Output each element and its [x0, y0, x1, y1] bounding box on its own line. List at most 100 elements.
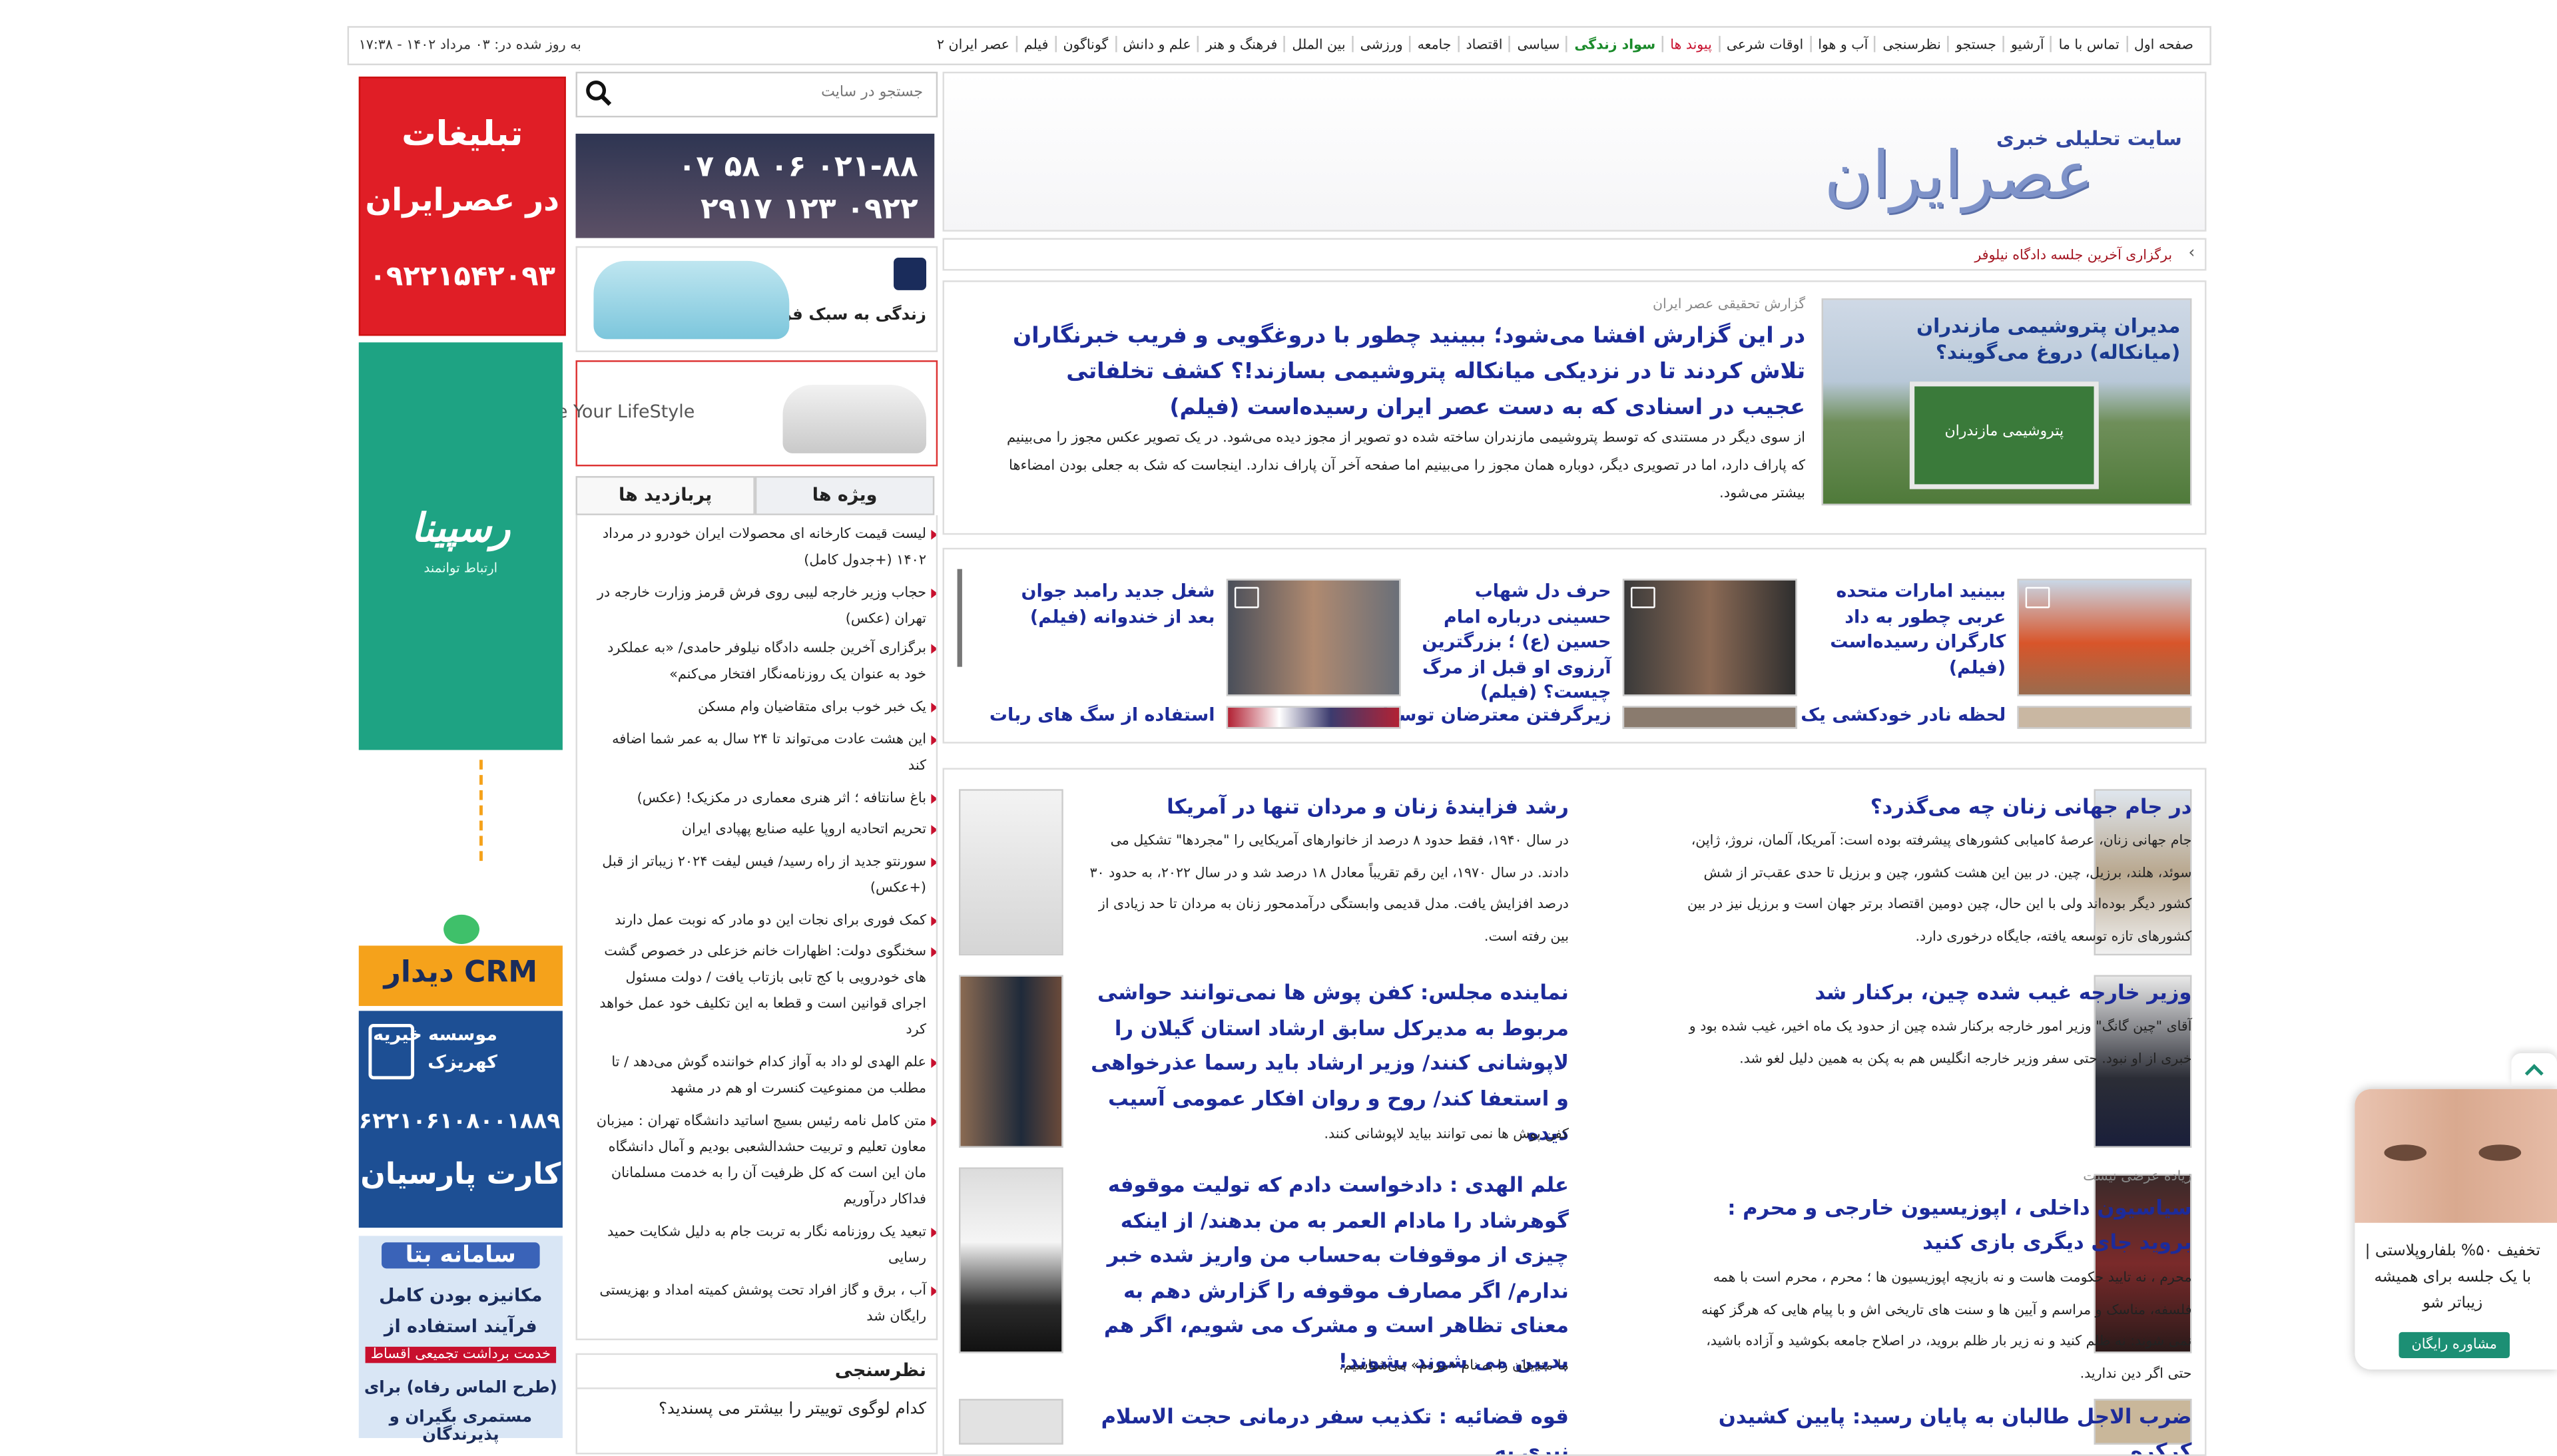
- story-card: نماینده مجلس: کفن پوش ها نمی‌توانند حواش…: [956, 975, 1569, 1151]
- ad-red-phone: ۰۹۲۲۱۵۴۲۰۹۳: [369, 260, 556, 294]
- site-header: سایت تحلیلی خبری عصرایران: [942, 71, 2207, 232]
- video-title[interactable]: زیرگرفتن معترضان توسط: [1380, 704, 1611, 726]
- video-title[interactable]: ببینید امارات متحده عربی چطور به داد کار…: [1807, 579, 2006, 680]
- video-title[interactable]: لحظه نادر خودکشی یک: [1801, 704, 2006, 726]
- list-item[interactable]: علم الهدی لو داد به آواز کدام خواننده گو…: [592, 1050, 936, 1102]
- story-card: رشد فزایندهٔ زنان و مردان تنها در آمریکا…: [956, 789, 1569, 960]
- story-title[interactable]: علم الهدی : دادخواست دادم که تولیت موقوف…: [1076, 1167, 1569, 1377]
- story-card: ضرب الاجل طالبان به پایان رسید: پایین کش…: [1579, 1399, 2192, 1455]
- nav-politics[interactable]: سیاسی: [1509, 35, 1566, 53]
- nav-culture-art[interactable]: فرهنگ و هنر: [1197, 35, 1284, 53]
- nav-misc[interactable]: گوناگون: [1055, 35, 1115, 53]
- list-item[interactable]: حجاب وزیر خارجه لیبی روی فرش قرمز وزارت …: [592, 581, 936, 632]
- video-thumb[interactable]: [1622, 706, 1797, 729]
- tab-most-visited[interactable]: پربازدید ها: [575, 476, 755, 515]
- story-title[interactable]: ضرب الاجل طالبان به پایان رسید: پایین کش…: [1683, 1399, 2192, 1455]
- nav-life-skills[interactable]: سواد زندگی: [1566, 35, 1662, 53]
- suv-banner[interactable]: Redefine Your LifeStyle: [489, 360, 938, 467]
- video-thumb[interactable]: [2017, 706, 2192, 729]
- news-grid: در جام جهانی زنان چه می‌گذرد؟ جام جهانی …: [942, 768, 2207, 1456]
- list-item[interactable]: برگزاری آخرین جلسه دادگاه نیلوفر حامدی/ …: [592, 636, 936, 688]
- list-item[interactable]: سورنتو جدید از راه رسید/ فیس لیفت ۲۰۲۴ ز…: [592, 849, 936, 901]
- lead-story-image[interactable]: مدیران پتروشیمی مازندران (میانکاله) دروغ…: [1821, 298, 2192, 506]
- list-item[interactable]: سخنگوی دولت: اظهارات خانم خزعلی در خصوص …: [592, 939, 936, 1044]
- video-thumb[interactable]: [1622, 579, 1797, 696]
- list-item[interactable]: باغ سانتافه ؛ اثر هنری معماری در مکزیک! …: [592, 786, 936, 812]
- banner-phone-2: ۰۹۲۲ ۱۲۳ ۲۹۱۷: [700, 192, 918, 227]
- site-search: [575, 71, 938, 118]
- site-logo[interactable]: عصرایران: [1824, 138, 2096, 214]
- list-item[interactable]: تبعید یک روزنامه نگار به تربت جام به دلی…: [592, 1220, 936, 1272]
- chevron-right-icon[interactable]: ›: [2189, 244, 2195, 262]
- ad-banner-red[interactable]: تبلیغات در عصرایران ۰۹۲۲۱۵۴۲۰۹۳: [358, 77, 566, 336]
- ad-betta-title: سامانه بتا: [382, 1242, 540, 1269]
- search-input[interactable]: [626, 83, 927, 103]
- search-icon[interactable]: [584, 79, 613, 108]
- video-thumb[interactable]: [2017, 579, 2192, 696]
- promo-image[interactable]: [2355, 1089, 2557, 1223]
- story-image[interactable]: [959, 1167, 1063, 1353]
- nav-international[interactable]: بین الملل: [1284, 35, 1352, 53]
- promo-text: تخفیف ۵۰% بلفاروپلاستی | با یک جلسه برای…: [2365, 1242, 2540, 1313]
- story-title[interactable]: سیاسیون داخلی ، اپوزیسیون خارجی و محرم :…: [1683, 1190, 2191, 1259]
- ad-banner-charity[interactable]: موسسه خیریه کهریزک ۶۲۲۱۰۶۱۰۸۰۰۱۸۸۹۰ کارت…: [358, 1011, 574, 1228]
- top-bar: صفحه اول تماس با ما آرشیو جستجو نظرسنجی …: [347, 26, 2211, 65]
- nav-asriran2[interactable]: عصر ایران ۲: [930, 36, 1015, 52]
- brand-logo-icon: [894, 257, 927, 290]
- nav-weather[interactable]: آب و هوا: [1809, 35, 1874, 53]
- ticker-headline[interactable]: برگزاری آخرین جلسه دادگاه نیلوفر: [1974, 246, 2172, 262]
- story-title[interactable]: در جام جهانی زنان چه می‌گذرد؟: [1683, 789, 2192, 823]
- nav-search[interactable]: جستجو: [1947, 35, 2003, 53]
- lead-headline[interactable]: در این گزارش افشا می‌شود؛ ببینید چطور با…: [996, 318, 1805, 426]
- story-summary: کفن پوش ها نمی توانند بیاید لاپوشانی کنن…: [1324, 1124, 1569, 1142]
- car-banner[interactable]: زندگی به سبک فردا: [575, 246, 938, 352]
- ad-charity-line2: کهریزک: [427, 1051, 497, 1073]
- list-item[interactable]: آب ، برق و گاز افراد تحت پوشش کمیته امدا…: [592, 1278, 936, 1330]
- video-title[interactable]: استفاده از سگ های ربات: [990, 704, 1215, 726]
- video-title[interactable]: حرف دل شهاب حسینی درباره امام حسین (ع) ؛…: [1412, 579, 1611, 705]
- nav-contact[interactable]: تماس با ما: [2050, 35, 2126, 53]
- nav-economy[interactable]: اقتصاد: [1458, 35, 1509, 53]
- top-nav: صفحه اول تماس با ما آرشیو جستجو نظرسنجی …: [930, 35, 2200, 53]
- video-thumb[interactable]: [1226, 706, 1401, 729]
- nav-society[interactable]: جامعه: [1409, 35, 1458, 53]
- ad-banner-crm[interactable]: CRM دیدار: [358, 945, 563, 1007]
- nav-prayer-times[interactable]: اوقات شرعی: [1718, 35, 1810, 53]
- video-thumb[interactable]: [1226, 579, 1401, 696]
- list-item[interactable]: این هشت عادت می‌تواند تا ۲۴ سال به عمر ش…: [592, 727, 936, 779]
- ad-banner-green[interactable]: رسپینا ارتباط توانمند: [358, 342, 563, 750]
- list-item[interactable]: لیست قیمت کارخانه ای محصولات ایران خودرو…: [592, 522, 936, 574]
- story-title[interactable]: وزیر خارجه غیب شده چین، برکنار شد: [1683, 975, 2191, 1009]
- story-image[interactable]: [959, 975, 1063, 1148]
- nav-sports[interactable]: ورزشی: [1352, 35, 1409, 53]
- promo-eye: [2384, 1144, 2427, 1161]
- poll-question[interactable]: کدام لوگوی توییتر را بیشتر می پسندید؟: [659, 1401, 926, 1419]
- list-item[interactable]: تحریم اتحادیه اروپا علیه صنایع پهپادی ای…: [592, 817, 936, 843]
- nav-film[interactable]: فیلم: [1015, 35, 1055, 53]
- nav-home[interactable]: صفحه اول: [2126, 35, 2200, 53]
- video-scrollbar[interactable]: [957, 569, 962, 667]
- list-item[interactable]: متن کامل نامه رئیس بسیج اساتید دانشگاه ت…: [592, 1108, 936, 1213]
- tab-special[interactable]: ویژه ها: [754, 476, 935, 515]
- nav-links[interactable]: پیوند ها: [1661, 35, 1719, 53]
- lead-image-caption: مدیران پتروشیمی مازندران (میانکاله) دروغ…: [1916, 314, 2181, 364]
- list-item[interactable]: کمک فوری برای نجات این دو مادر که نوبت ع…: [592, 908, 936, 934]
- suv-image: [782, 384, 927, 453]
- contact-banner[interactable]: ۰۲۱-۸۸ ۰۶ ۵۸ ۰۷ ۰۹۲۲ ۱۲۳ ۲۹۱۷: [575, 133, 935, 238]
- story-title[interactable]: قوه قضائیه : تکذیب سفر درمانی حجت الاسلا…: [1076, 1399, 1569, 1455]
- list-item[interactable]: یک خبر خوب برای متقاضیان وام مسکن: [592, 694, 936, 720]
- free-consultation-button[interactable]: مشاوره رایگان: [2399, 1332, 2510, 1359]
- film-icon: [1631, 587, 1655, 608]
- video-title[interactable]: شغل جدید رامبد جوان بعد از خندوانه (فیلم…: [1003, 579, 1215, 629]
- ad-charity-line3: کارت پارسیان: [360, 1157, 561, 1192]
- nav-science[interactable]: علم و دانش: [1115, 35, 1197, 53]
- nav-archive[interactable]: آرشیو: [2002, 35, 2051, 53]
- most-visited-list: لیست قیمت کارخانه ای محصولات ایران خودرو…: [575, 515, 938, 1341]
- ad-banner-betta[interactable]: سامانه بتا مکانیزه بودن کامل فرآیند استف…: [358, 1236, 563, 1445]
- nav-poll[interactable]: نظرسنجی: [1874, 35, 1948, 53]
- promo-collapse-button[interactable]: [2511, 1053, 2557, 1087]
- wheelchair-icon: [368, 1023, 415, 1080]
- story-title[interactable]: رشد فزایندهٔ زنان و مردان تنها در آمریکا: [1076, 789, 1569, 823]
- story-image[interactable]: [959, 789, 1063, 956]
- poll-box: نظرسنجی کدام لوگوی توییتر را بیشتر می پس…: [575, 1353, 938, 1455]
